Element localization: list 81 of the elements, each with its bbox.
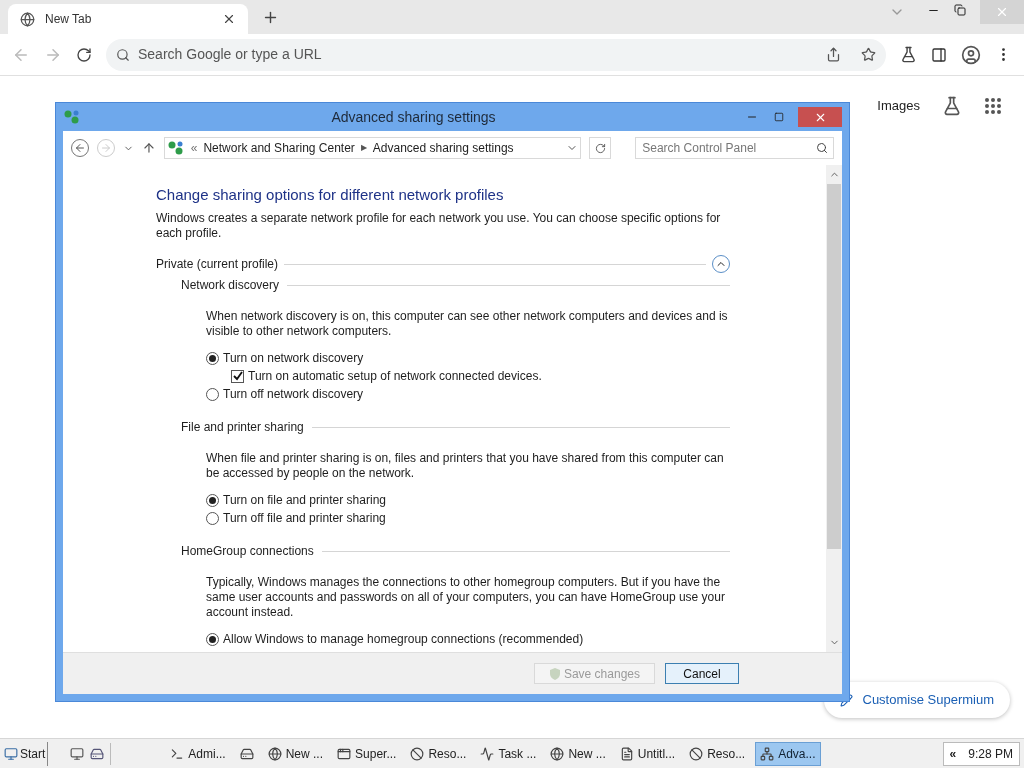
radio-label: Turn off network discovery bbox=[223, 386, 364, 403]
clock: 9:28 PM bbox=[968, 745, 1013, 763]
scrollbar[interactable] bbox=[826, 165, 842, 652]
radio-button[interactable] bbox=[206, 351, 219, 365]
globe-icon bbox=[20, 11, 35, 27]
images-link[interactable]: Images bbox=[877, 96, 920, 116]
refresh-icon bbox=[594, 142, 606, 154]
taskbar-button[interactable]: Admi... bbox=[166, 741, 230, 766]
flask-icon[interactable] bbox=[942, 96, 962, 116]
cancel-button[interactable]: Cancel bbox=[665, 663, 739, 684]
close-icon[interactable] bbox=[222, 12, 236, 26]
breadcrumb[interactable]: Network and Sharing Center bbox=[203, 139, 355, 157]
radio-label: Turn off file and printer sharing bbox=[223, 510, 386, 527]
browser-tab[interactable]: New Tab bbox=[8, 4, 248, 34]
customise-button[interactable]: Customise Supermium bbox=[823, 682, 1010, 718]
radio-button[interactable] bbox=[206, 511, 219, 525]
taskbar-button[interactable]: Adva... bbox=[755, 741, 821, 766]
start-button[interactable]: Start bbox=[4, 741, 49, 766]
taskbar-button[interactable]: New ... bbox=[546, 741, 610, 766]
intro-text: Windows creates a separate network profile for each network you use. You can choose specific options for each profile. bbox=[156, 211, 722, 241]
taskbar-button[interactable]: Untitl... bbox=[615, 741, 680, 766]
taskbar-button[interactable]: New ... bbox=[263, 741, 328, 766]
reload-icon[interactable] bbox=[76, 46, 92, 63]
network-icon bbox=[63, 109, 81, 125]
caret-icon: ▶ bbox=[360, 142, 367, 154]
monitor-icon[interactable] bbox=[70, 746, 85, 761]
radio-button[interactable] bbox=[206, 493, 219, 507]
close-icon bbox=[995, 5, 1009, 19]
globe-icon bbox=[550, 746, 565, 761]
share-icon[interactable] bbox=[826, 47, 841, 62]
prohibited-icon bbox=[410, 746, 425, 761]
prohibited-icon bbox=[689, 746, 704, 761]
search-icon bbox=[816, 142, 829, 154]
radio-label: Turn on file and printer sharing bbox=[223, 492, 386, 509]
page-heading: Change sharing options for different network profiles bbox=[156, 185, 505, 205]
scroll-thumb[interactable] bbox=[827, 184, 841, 549]
profile-title: Private (current profile) bbox=[156, 256, 279, 273]
section-description: When network discovery is on, this computer can see other network computers and devices and is visible to other network computers. bbox=[206, 309, 729, 339]
search-field[interactable]: Search Control Panel bbox=[635, 137, 835, 159]
star-icon[interactable] bbox=[861, 47, 876, 62]
tray-toggle[interactable]: « bbox=[949, 744, 957, 763]
section-description: When file and printer sharing is on, files and printers that you have shared from this computer can be accessed by people on the network. bbox=[206, 451, 725, 481]
globe-icon bbox=[267, 746, 282, 761]
side-panel-icon[interactable] bbox=[931, 46, 947, 63]
chevrons-icon: « bbox=[190, 139, 198, 157]
up-icon[interactable] bbox=[141, 141, 156, 155]
chart-icon bbox=[480, 746, 495, 761]
search-icon bbox=[116, 47, 130, 62]
terminal-icon bbox=[170, 746, 185, 761]
shield-icon bbox=[548, 667, 561, 680]
restore-icon[interactable] bbox=[954, 4, 966, 16]
taskbar-button[interactable]: Reso... bbox=[406, 741, 471, 766]
refresh-button[interactable] bbox=[589, 137, 612, 159]
flask-icon[interactable] bbox=[900, 46, 917, 63]
section-title: File and printer sharing bbox=[181, 419, 304, 436]
radio-label: Turn on network discovery bbox=[223, 350, 364, 367]
section-title: HomeGroup connections bbox=[181, 543, 314, 560]
network-icon bbox=[760, 746, 775, 761]
checkbox-label: Turn on automatic setup of network connected devices. bbox=[248, 368, 542, 385]
profile-icon[interactable] bbox=[961, 44, 981, 65]
breadcrumb[interactable]: Advanced sharing settings bbox=[372, 139, 561, 157]
section-description: Typically, Windows manages the connections to other homegroup computers. But if you have the same user accounts and passwords on all of your computers, you can have HomeGroup use your account instead. bbox=[206, 575, 726, 620]
radio-button[interactable] bbox=[206, 632, 219, 646]
checkbox[interactable] bbox=[231, 369, 244, 383]
address-bar[interactable]: Search Google or type a URL bbox=[106, 38, 886, 71]
window-icon bbox=[337, 746, 352, 761]
monitor-icon bbox=[4, 746, 18, 761]
taskbar-button[interactable]: Reso... bbox=[685, 741, 750, 766]
new-tab-icon[interactable] bbox=[262, 9, 279, 26]
maximize-icon[interactable] bbox=[774, 112, 784, 122]
taskbar-button[interactable]: Task ... bbox=[476, 741, 541, 766]
radio-button[interactable] bbox=[206, 387, 219, 401]
window-title: Advanced sharing settings bbox=[330, 107, 497, 127]
address-input[interactable]: Search Google or type a URL bbox=[138, 44, 818, 65]
address-bar[interactable]: « Network and Sharing Center ▶ Advanced sharing settings bbox=[163, 137, 582, 159]
apps-grid-icon[interactable] bbox=[984, 97, 1002, 115]
radio-label: Allow Windows to manage homegroup connections (recommended) bbox=[223, 631, 584, 648]
document-icon bbox=[619, 746, 634, 761]
network-icon bbox=[166, 140, 185, 156]
taskbar-button[interactable]: Super... bbox=[333, 741, 401, 766]
section-title: Network discovery bbox=[181, 277, 280, 294]
